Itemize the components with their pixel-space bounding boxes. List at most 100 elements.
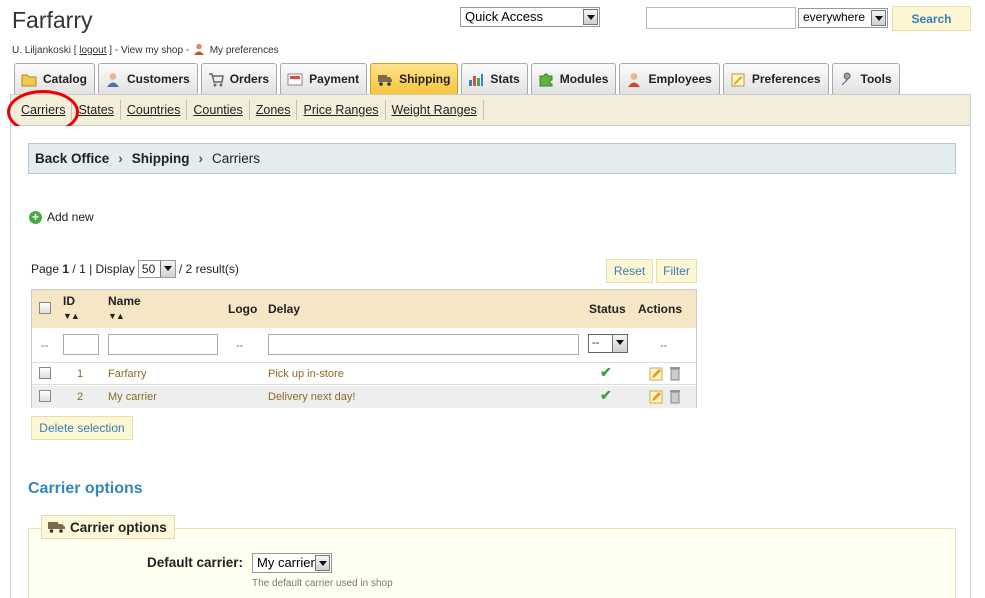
tab-label: Employees <box>648 72 712 86</box>
my-preferences-link[interactable]: My preferences <box>210 45 279 56</box>
carrier-options-legend: Carrier options <box>41 515 175 539</box>
chevron-down-icon <box>583 9 598 25</box>
col-status: Status <box>589 302 626 316</box>
display-count-select[interactable]: 50 <box>137 260 176 278</box>
chevron-right-icon: › <box>118 151 123 166</box>
default-carrier-value: My carrier <box>257 555 315 570</box>
page-label: Page <box>31 262 60 276</box>
customer-icon <box>107 72 120 87</box>
row-delay: Pick up in-store <box>268 368 344 380</box>
subnav-states[interactable]: States <box>72 100 121 120</box>
logout-link[interactable]: logout <box>79 45 106 56</box>
search-scope-value: everywhere <box>803 10 866 24</box>
filter-button[interactable]: Filter <box>656 259 697 283</box>
row-checkbox[interactable] <box>39 367 51 379</box>
tab-label: Customers <box>127 72 190 86</box>
subnav-price-ranges[interactable]: Price Ranges <box>297 100 386 120</box>
preferences-user-icon <box>193 43 205 55</box>
col-actions: Actions <box>638 302 683 316</box>
tab-catalog[interactable]: Catalog <box>14 63 96 94</box>
status-enabled-icon[interactable]: ✔ <box>600 364 612 381</box>
carrier-options-title: Carrier options <box>28 480 143 497</box>
tab-payment[interactable]: Payment <box>280 63 368 94</box>
puzzle-icon <box>539 73 553 86</box>
view-shop-link[interactable]: View my shop <box>121 45 183 56</box>
user-bar: U. Liljankoski [ logout ] - View my shop… <box>12 43 279 56</box>
default-carrier-hint: The default carrier used in shop <box>252 578 393 589</box>
search-button[interactable]: Search <box>892 6 971 31</box>
col-id: ID <box>63 294 75 308</box>
preferences-icon <box>731 73 745 86</box>
display-count-value: 50 <box>141 262 156 276</box>
sort-id-arrows[interactable]: ▼▲ <box>63 311 80 321</box>
row-delay: Delivery next day! <box>268 391 356 403</box>
status-enabled-icon[interactable]: ✔ <box>600 387 612 404</box>
default-carrier-select[interactable]: My carrier <box>252 553 332 573</box>
edit-icon[interactable] <box>649 367 663 381</box>
delay-filter-input[interactable] <box>268 334 579 355</box>
tab-employees[interactable]: Employees <box>619 63 720 94</box>
tab-shipping[interactable]: Shipping <box>370 63 459 94</box>
breadcrumb: Back Office › Shipping › Carriers <box>28 143 956 174</box>
name-filter-input[interactable] <box>108 334 218 355</box>
logo-filter-placeholder: -- <box>236 340 244 352</box>
trash-icon[interactable] <box>669 389 681 404</box>
tab-label: Shipping <box>399 72 451 86</box>
tab-modules[interactable]: Modules <box>530 63 617 94</box>
chevron-down-icon <box>315 555 330 571</box>
filter-placeholder: -- <box>41 340 49 352</box>
add-new-button[interactable]: + Add new <box>29 210 94 224</box>
add-new-label: Add new <box>47 210 94 224</box>
actions-filter-placeholder: -- <box>660 340 668 352</box>
truck-icon <box>48 522 65 533</box>
chevron-down-icon <box>612 335 627 352</box>
breadcrumb-root[interactable]: Back Office <box>35 151 109 166</box>
pagination: Page 1 / 1 | Display 50 / 2 result(s) <box>31 260 239 278</box>
search-input[interactable] <box>646 7 796 29</box>
default-carrier-label: Default carrier: <box>147 555 244 570</box>
row-checkbox[interactable] <box>39 390 51 402</box>
col-delay: Delay <box>268 302 301 316</box>
reset-button[interactable]: Reset <box>606 259 653 283</box>
shipping-subnav: Carriers States Countries Counties Zones… <box>10 94 971 126</box>
stats-icon <box>469 73 484 86</box>
back-office-page: Farfarry U. Liljankoski [ logout ] - Vie… <box>0 0 985 598</box>
row-name: Farfarry <box>108 368 147 380</box>
row-id: 1 <box>77 368 84 380</box>
tab-stats[interactable]: Stats <box>461 63 528 94</box>
table-header: ID ▼▲ Name ▼▲ Logo Delay Status Actions <box>32 290 696 328</box>
edit-icon[interactable] <box>649 390 663 404</box>
employee-icon <box>628 72 641 87</box>
tab-tools[interactable]: Tools <box>831 63 900 94</box>
plus-icon: + <box>29 210 42 224</box>
subnav-zones[interactable]: Zones <box>250 100 298 120</box>
subnav-counties[interactable]: Counties <box>187 100 250 120</box>
table-row[interactable]: 1 Farfarry Pick up in-store ✔ <box>32 363 696 385</box>
status-filter-select[interactable]: -- <box>588 334 628 353</box>
tab-label: Payment <box>309 72 360 86</box>
id-filter-input[interactable] <box>63 334 99 355</box>
tab-preferences[interactable]: Preferences <box>722 63 829 94</box>
row-name: My carrier <box>108 391 157 403</box>
quick-access-select[interactable]: Quick Access <box>460 7 600 27</box>
tab-label: Orders <box>229 72 270 86</box>
wrench-icon <box>841 72 851 85</box>
carriers-table: ID ▼▲ Name ▼▲ Logo Delay Status Actions … <box>31 289 697 408</box>
subnav-countries[interactable]: Countries <box>121 100 188 120</box>
chevron-down-icon <box>159 261 175 277</box>
tab-customers[interactable]: Customers <box>98 63 198 94</box>
subnav-weight-ranges[interactable]: Weight Ranges <box>386 100 484 120</box>
main-tabs: Catalog Customers Orders Payment Shippin… <box>14 63 903 94</box>
tab-orders[interactable]: Orders <box>200 63 278 94</box>
trash-icon[interactable] <box>669 366 681 381</box>
breadcrumb-section[interactable]: Shipping <box>132 151 190 166</box>
tab-label: Tools <box>860 72 892 86</box>
table-row[interactable]: 2 My carrier Delivery next day! ✔ <box>32 386 696 408</box>
select-all-checkbox[interactable] <box>39 302 51 314</box>
page-number: 1 <box>62 262 70 276</box>
payment-icon <box>287 73 303 85</box>
sort-name-arrows[interactable]: ▼▲ <box>108 311 125 321</box>
search-scope-select[interactable]: everywhere <box>798 8 888 28</box>
delete-selection-button[interactable]: Delete selection <box>31 416 133 440</box>
chevron-right-icon: › <box>198 151 204 166</box>
